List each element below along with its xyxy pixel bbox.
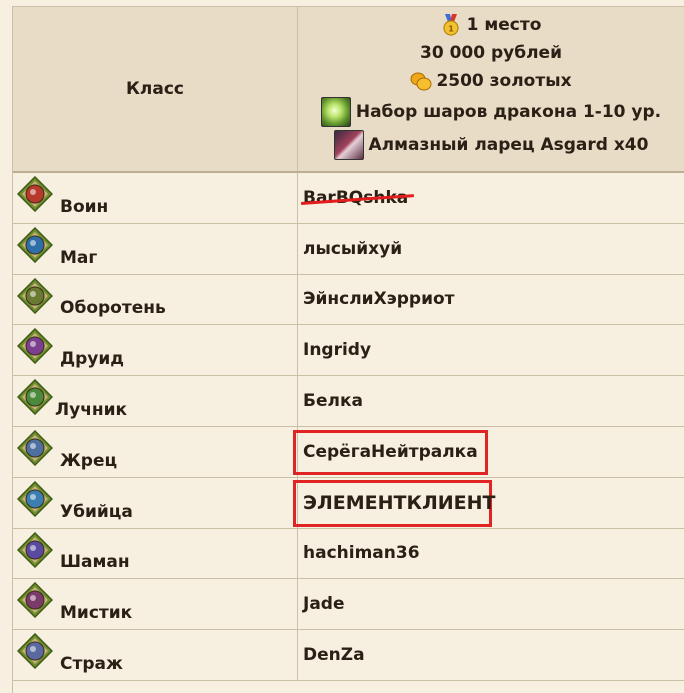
class-name: Мистик <box>60 603 133 624</box>
table-row: Страж DenZa <box>13 630 684 681</box>
player-name: Jade <box>303 594 345 615</box>
player-name: СерёгаНейтралка <box>303 441 478 462</box>
player-cell: hachiman36 <box>298 529 684 579</box>
player-cell: Белка <box>298 376 684 426</box>
druid-class-icon <box>17 328 53 365</box>
svg-text:1: 1 <box>448 25 454 34</box>
class-name: Маг <box>60 247 98 268</box>
player-name: hachiman36 <box>303 543 420 564</box>
class-cell: Мистик <box>13 579 298 630</box>
class-cell: Маг <box>13 223 298 274</box>
medal-icon: 1 <box>441 14 461 36</box>
diamond-chest-icon <box>333 129 364 160</box>
player-name: Белка <box>303 391 363 412</box>
rewards-table: Класс 1 1 место 30 000 рублей 2500 золот… <box>12 6 684 693</box>
prize-column-header: 1 1 место 30 000 рублей 2500 золотых Наб… <box>298 7 684 171</box>
assassin-class-icon <box>17 480 53 517</box>
prize-place-text: 1 место <box>466 15 542 35</box>
player-name: DenZa <box>303 645 365 666</box>
prize-rubles-line: 30 000 рублей <box>420 39 562 67</box>
player-cell: DenZa <box>298 630 684 680</box>
player-cell: ЭйнслиХэрриот <box>298 275 684 325</box>
prize-item1-line: Набор шаров дракона 1-10 ур. <box>320 95 662 128</box>
class-name: Шаман <box>60 552 130 573</box>
class-cell: Убийца <box>13 477 298 528</box>
archer-class-icon <box>17 379 53 416</box>
player-name: лысыйхуй <box>303 238 403 259</box>
class-name: Лучник <box>55 399 128 420</box>
prize-item1-text: Набор шаров дракона 1-10 ур. <box>355 101 662 122</box>
player-cell: Jade <box>298 579 684 629</box>
player-cell: СерёгаНейтралка <box>293 427 684 477</box>
dragon-orb-icon <box>320 96 351 127</box>
table-row: Лучник Белка <box>13 376 684 427</box>
prize-gold-text: 2500 золотых <box>436 71 572 91</box>
class-name: Воин <box>60 196 109 217</box>
table-row: Шаман hachiman36 <box>13 528 684 580</box>
gold-coins-icon <box>410 70 432 92</box>
class-cell: Жрец <box>13 426 298 477</box>
class-name: Страж <box>60 653 123 674</box>
class-cell: Лучник <box>13 376 298 426</box>
table-row: Оборотень ЭйнслиХэрриот <box>13 274 684 326</box>
player-name: ЭЛЕМЕНТКЛИЕНТ <box>303 491 496 514</box>
class-name: Жрец <box>60 450 118 471</box>
class-cell: Друид <box>13 325 298 376</box>
class-column-title: Класс <box>126 79 184 99</box>
prize-place-line: 1 1 место <box>441 11 542 39</box>
player-cell: лысыйхуй <box>298 224 684 274</box>
table-row: Убийца ЭЛЕМЕНТКЛИЕНТ <box>13 477 684 529</box>
priest-class-icon <box>17 429 53 466</box>
werebeast-class-icon <box>17 277 53 314</box>
player-cell: ЭЛЕМЕНТКЛИЕНТ <box>293 478 684 528</box>
mystic-class-icon <box>17 582 53 619</box>
player-name: Ingridy <box>303 340 372 361</box>
prize-item2-text: Алмазный ларец Asgard x40 <box>368 134 649 155</box>
class-cell: Шаман <box>13 528 298 579</box>
class-name: Оборотень <box>60 298 166 319</box>
warrior-class-icon <box>17 176 53 212</box>
table-body: Воин BarBQshka Маг лысыйхуй Оборотень ЭйнслиХ… <box>13 173 684 681</box>
player-name: ЭйнслиХэрриот <box>303 289 455 310</box>
prize-gold-line: 2500 золотых <box>410 67 572 95</box>
class-name: Друид <box>60 349 125 370</box>
prize-rubles-text: 30 000 рублей <box>420 43 562 63</box>
table-row: Мистик Jade <box>13 579 684 631</box>
table-row: Воин BarBQshka <box>13 173 684 224</box>
guardian-class-icon <box>17 633 53 670</box>
class-cell: Воин <box>13 173 298 223</box>
player-cell: Ingridy <box>298 325 684 375</box>
class-cell: Страж <box>13 630 298 680</box>
player-cell: BarBQshka <box>298 173 684 223</box>
player-name-struck: BarBQshka <box>303 187 409 208</box>
prize-item2-line: Алмазный ларец Asgard x40 <box>333 128 649 161</box>
class-cell: Оборотень <box>13 274 298 325</box>
table-row: Маг лысыйхуй <box>13 223 684 275</box>
table-row: Друид Ingridy <box>13 325 684 377</box>
shaman-class-icon <box>17 531 53 568</box>
class-name: Убийца <box>60 501 133 522</box>
table-header: Класс 1 1 место 30 000 рублей 2500 золот… <box>13 7 684 173</box>
mage-class-icon <box>17 226 53 263</box>
class-column-header: Класс <box>13 7 298 171</box>
table-row: Жрец СерёгаНейтралка <box>13 426 684 478</box>
